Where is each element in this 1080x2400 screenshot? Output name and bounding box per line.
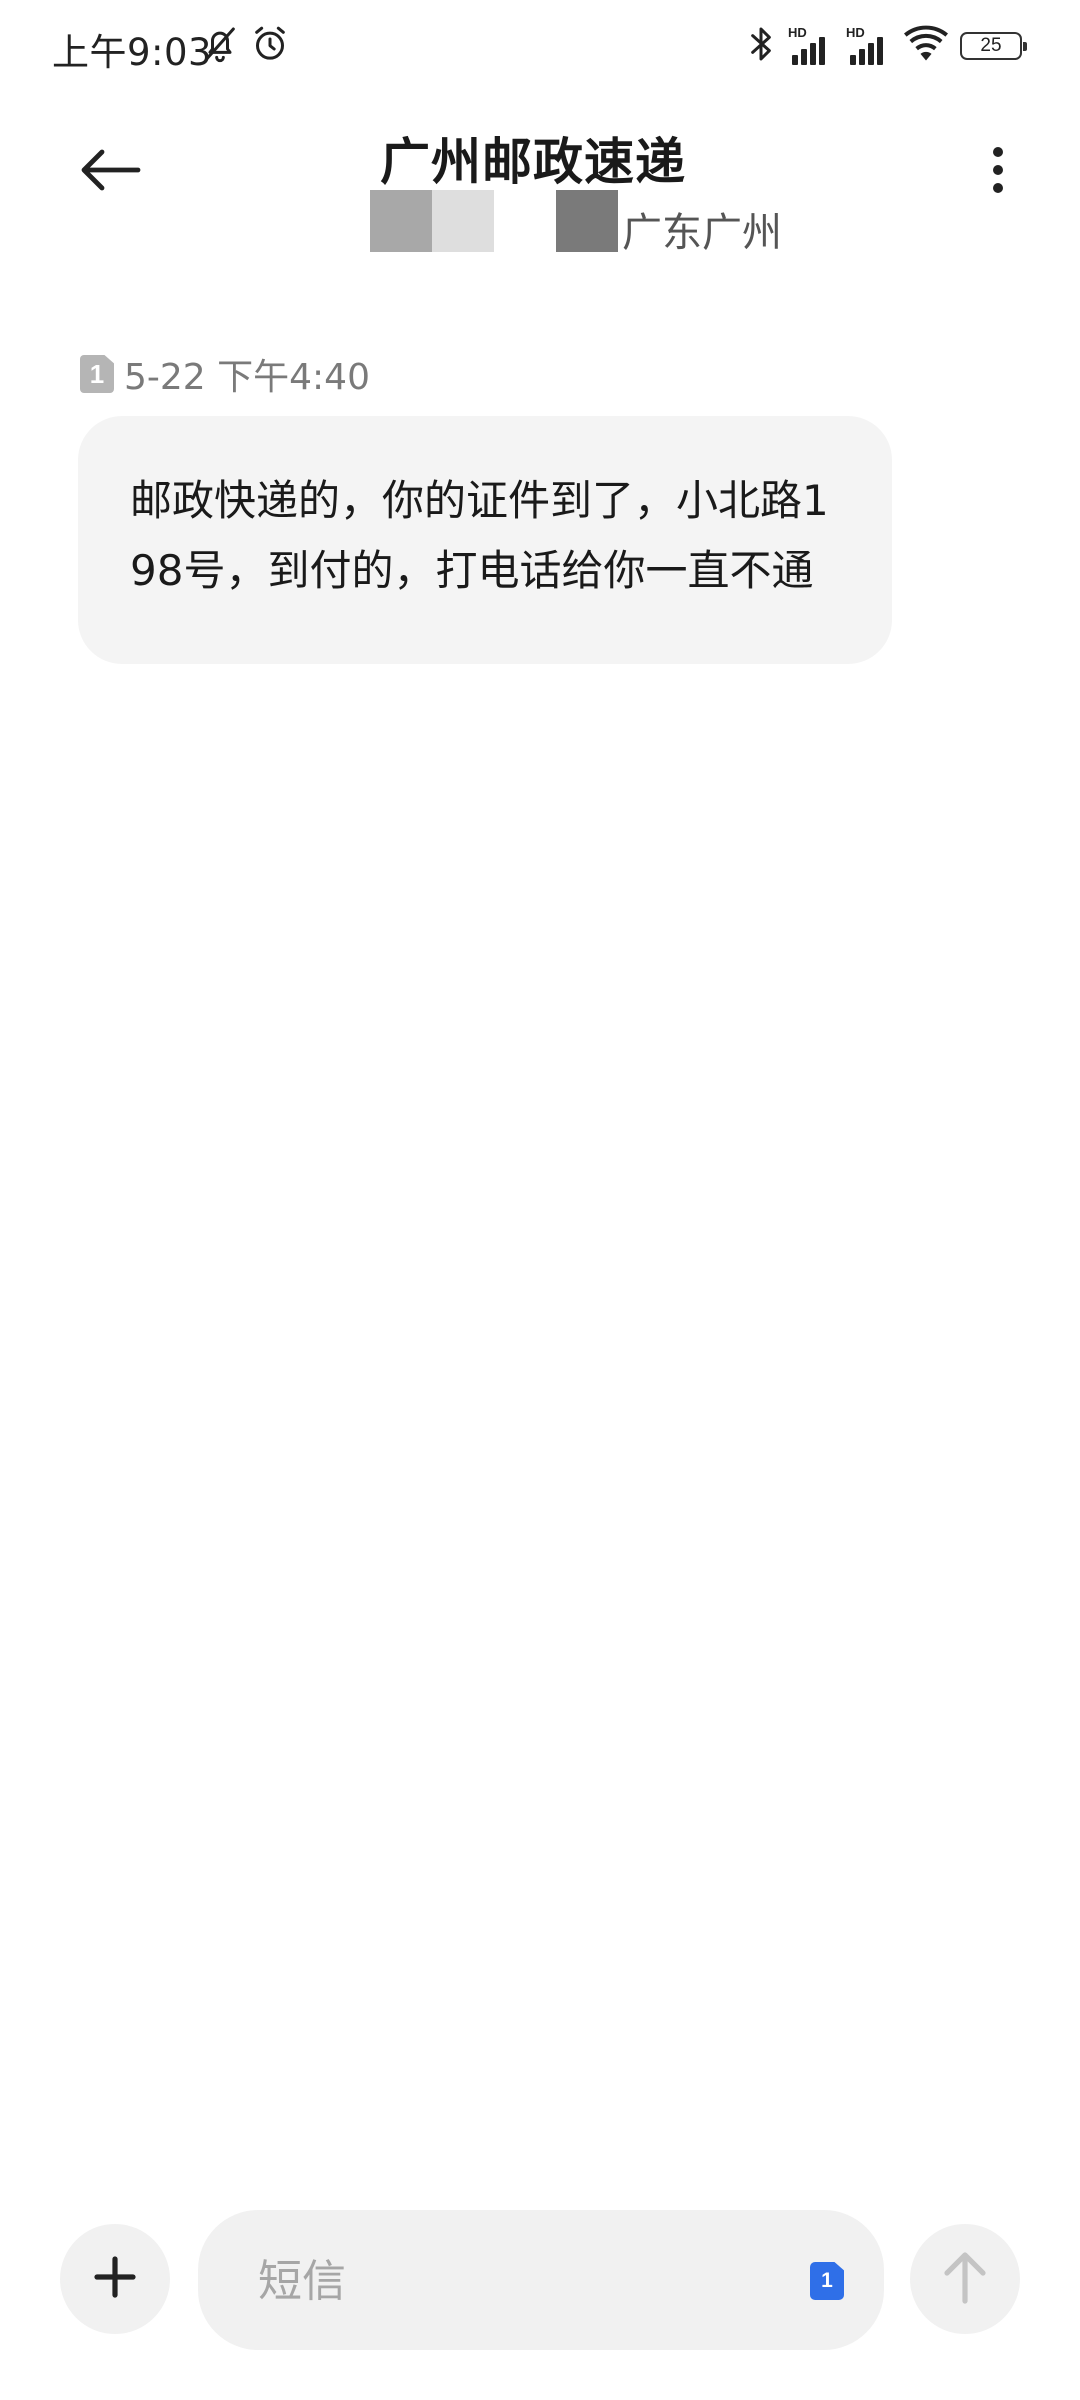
- signal-hd-icon: HD: [788, 25, 834, 65]
- back-button[interactable]: [70, 132, 150, 212]
- status-left-icons: [200, 24, 290, 68]
- status-time: 上午9:03: [52, 31, 213, 74]
- redacted-block: [432, 190, 494, 252]
- status-bar: 上午9:03 HD HD 25: [0, 0, 1080, 92]
- sim-select-icon[interactable]: 1: [810, 2262, 844, 2300]
- redacted-block: [370, 190, 432, 252]
- incoming-message-bubble[interactable]: 邮政快递的，你的证件到了，小北路198号，到付的，打电话给你一直不通: [78, 416, 892, 664]
- message-timestamp: 5-22 下午4:40: [124, 357, 370, 398]
- battery-icon: 25: [960, 32, 1027, 60]
- alarm-icon: [250, 24, 290, 68]
- conversation-header: 广州邮政速递 广东广州: [0, 92, 1080, 262]
- contact-number-row: 广东广州: [370, 190, 810, 256]
- compose-bar: 1: [0, 2210, 1080, 2350]
- signal-hd-icon: HD: [846, 25, 892, 65]
- battery-level: 25: [980, 35, 1002, 56]
- more-vertical-icon: [991, 145, 1005, 199]
- messaging-screen: 上午9:03 HD HD 25 广州邮政速递 广东广州 1 5-22 下午4:4…: [0, 0, 1080, 2400]
- plus-icon: [91, 2253, 139, 2305]
- add-attachment-button[interactable]: [60, 2224, 170, 2334]
- message-input-container[interactable]: 1: [198, 2210, 884, 2350]
- bluetooth-icon: [746, 24, 776, 68]
- wifi-icon: [904, 25, 948, 67]
- send-button[interactable]: [910, 2224, 1020, 2334]
- message-meta: 1 5-22 下午4:40: [80, 348, 370, 400]
- bell-off-icon: [200, 24, 240, 68]
- contact-name[interactable]: 广州邮政速递: [380, 122, 686, 194]
- redacted-block: [556, 190, 618, 252]
- arrow-left-icon: [78, 148, 142, 196]
- status-right-icons: HD HD 25: [746, 24, 1027, 68]
- sim-card-icon: 1: [80, 355, 114, 393]
- arrow-up-icon: [941, 2249, 989, 2309]
- more-options-button[interactable]: [958, 132, 1038, 212]
- message-input[interactable]: [256, 2248, 760, 2314]
- contact-location: 广东广州: [622, 210, 782, 256]
